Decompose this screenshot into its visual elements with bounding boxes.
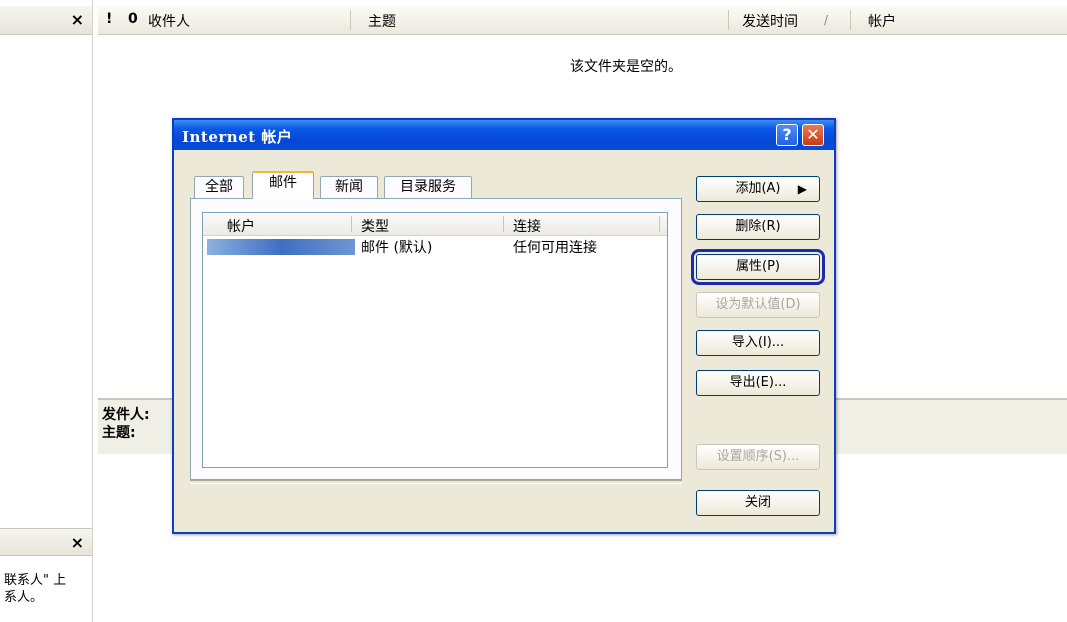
dialog-title: Internet 帐户 xyxy=(182,128,293,146)
properties-button[interactable]: 属性(P) xyxy=(691,249,825,285)
submenu-arrow-icon: ▶ xyxy=(797,182,807,196)
column-separator[interactable] xyxy=(728,10,729,30)
set-order-button[interactable]: 设置顺序(S)... xyxy=(696,444,820,470)
tab-all[interactable]: 全部 xyxy=(194,176,244,198)
internet-accounts-dialog: Internet 帐户 ? ✕ 全部 邮件 新闻 目录服务 帐户 类型 连接 邮… xyxy=(172,118,836,534)
from-label: 发件人: xyxy=(102,407,150,423)
table-row[interactable]: 邮件 (默认) 任何可用连接 xyxy=(203,235,667,257)
subject-column-header[interactable]: 主题 xyxy=(368,11,396,31)
contacts-hint: 联系人" 上 系人。 xyxy=(4,572,90,606)
import-button[interactable]: 导入(I)... xyxy=(696,330,820,356)
close-button[interactable]: 关闭 xyxy=(696,490,820,516)
tab-directory-service[interactable]: 目录服务 xyxy=(384,176,472,198)
column-separator[interactable] xyxy=(503,216,504,232)
subject-label: 主题: xyxy=(102,425,136,441)
tab-news[interactable]: 新闻 xyxy=(320,176,378,198)
account-column-header[interactable]: 帐户 xyxy=(868,11,896,31)
contacts-pane-close-icon[interactable]: × xyxy=(71,533,84,552)
account-type-cell: 邮件 (默认) xyxy=(361,240,433,256)
recipient-column-header[interactable]: 收件人 xyxy=(148,11,190,31)
account-column-header[interactable]: 帐户 xyxy=(227,216,255,236)
message-list-header: ! 0 收件人 主题 发送时间 / 帐户 xyxy=(98,6,1067,35)
account-connection-cell: 任何可用连接 xyxy=(513,240,597,256)
contacts-pane-header: × xyxy=(0,528,92,556)
tab-mail[interactable]: 邮件 xyxy=(252,171,314,199)
dialog-divider xyxy=(190,480,682,484)
dialog-titlebar[interactable]: Internet 帐户 ? ✕ xyxy=(174,120,834,150)
add-button-label: 添加(A) xyxy=(735,181,781,196)
empty-folder-message: 该文件夹是空的。 xyxy=(570,59,682,75)
sent-time-column-header[interactable]: 发送时间 xyxy=(742,11,798,31)
export-button[interactable]: 导出(E)... xyxy=(696,370,820,396)
attachment-column-header[interactable]: 0 xyxy=(128,11,138,27)
close-icon[interactable]: ✕ xyxy=(802,124,824,146)
account-name-redacted xyxy=(207,239,355,255)
left-pane: × × 联系人" 上 系人。 xyxy=(0,0,93,622)
remove-button[interactable]: 删除(R) xyxy=(696,214,820,240)
priority-column-header[interactable]: ! xyxy=(106,11,112,27)
column-separator[interactable] xyxy=(850,10,851,30)
column-separator[interactable] xyxy=(350,10,351,30)
contacts-hint-line2: 系人。 xyxy=(4,590,44,605)
set-default-button[interactable]: 设为默认值(D) xyxy=(696,292,820,318)
folder-pane-header: × xyxy=(0,6,92,35)
folder-pane-close-icon[interactable]: × xyxy=(71,10,84,29)
column-separator[interactable] xyxy=(351,216,352,232)
contacts-hint-line1: 联系人" 上 xyxy=(4,573,67,588)
type-column-header[interactable]: 类型 xyxy=(361,216,389,236)
help-icon[interactable]: ? xyxy=(776,124,798,146)
column-separator[interactable] xyxy=(659,216,660,232)
account-list[interactable]: 帐户 类型 连接 邮件 (默认) 任何可用连接 xyxy=(202,212,668,468)
account-list-header: 帐户 类型 连接 xyxy=(203,213,667,236)
add-button[interactable]: 添加(A) ▶ xyxy=(696,176,820,202)
connection-column-header[interactable]: 连接 xyxy=(513,216,541,236)
sort-indicator-icon: / xyxy=(824,13,829,27)
